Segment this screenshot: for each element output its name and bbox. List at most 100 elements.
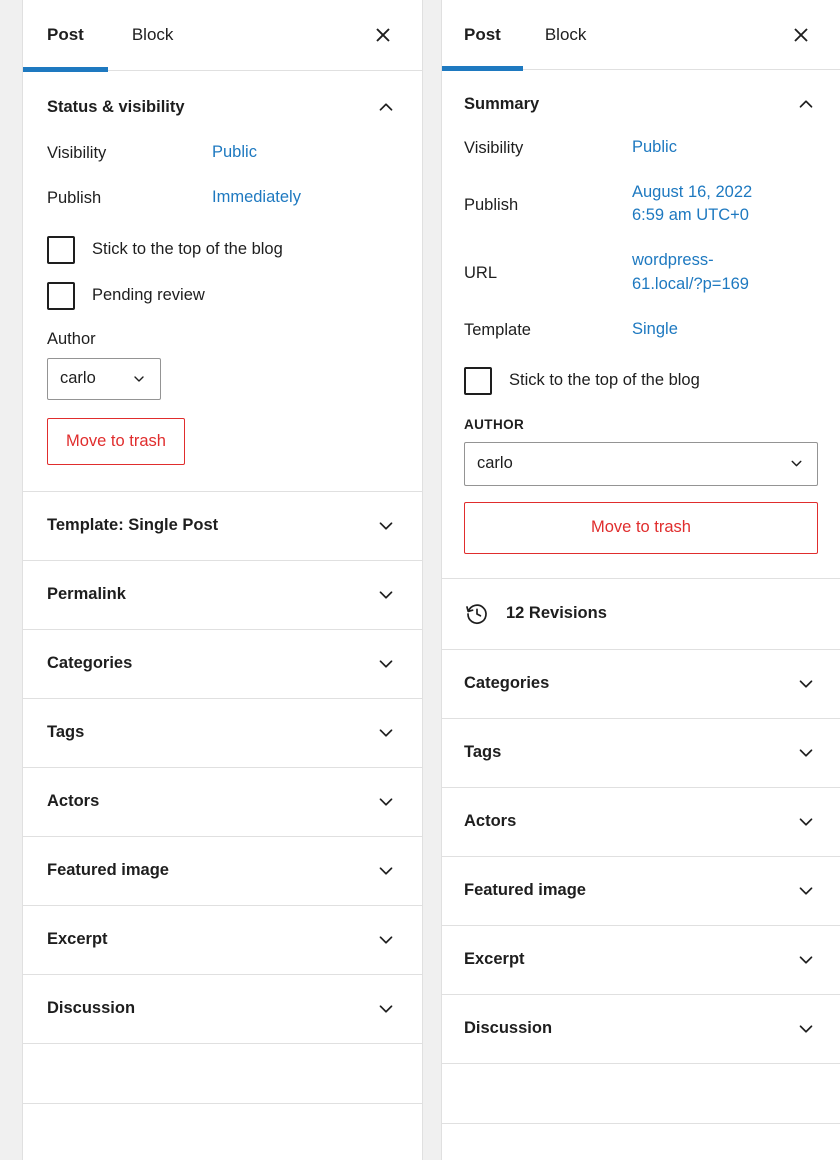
publish-label: Publish (464, 195, 519, 214)
section-actors-header[interactable]: Actors (23, 768, 422, 836)
visibility-label: Visibility (464, 139, 524, 157)
section-tags-header[interactable]: Tags (23, 699, 422, 767)
close-sidebar-button[interactable] (782, 16, 820, 54)
visibility-value-button[interactable]: Public (212, 141, 257, 164)
section-template-single-post-header[interactable]: Template: Single Post (23, 492, 422, 560)
section-actors: Actors (442, 788, 840, 857)
tab-post-label: Post (464, 24, 501, 44)
author-label: AUTHOR (464, 416, 525, 432)
template-label: Template (464, 320, 531, 339)
revisions-label: 12 Revisions (506, 604, 607, 623)
tab-block-label: Block (131, 25, 174, 44)
row-visibility: Visibility Public (47, 141, 398, 164)
section-summary-title: Summary (464, 94, 540, 113)
section-actors-header[interactable]: Actors (442, 788, 840, 856)
section-status-visibility-header[interactable]: Status & visibility (23, 71, 422, 141)
close-sidebar-button[interactable] (364, 16, 402, 54)
chevron-up-icon (374, 95, 398, 119)
sidebar-tabbar-left: Post Block (23, 0, 422, 72)
tab-post[interactable]: Post (23, 0, 108, 72)
template-value-button[interactable]: Single (632, 318, 678, 341)
section-discussion: Discussion (23, 975, 422, 1044)
checkbox-pending-review-label: Pending review (92, 286, 205, 305)
section-discussion-title: Discussion (464, 1019, 553, 1038)
author-select[interactable]: carlo (47, 357, 161, 400)
section-excerpt-header[interactable]: Excerpt (23, 906, 422, 974)
chevron-down-icon (794, 741, 818, 765)
section-categories: Categories (442, 650, 840, 719)
section-featured-image-header[interactable]: Featured image (442, 857, 840, 925)
section-excerpt-header[interactable]: Excerpt (442, 926, 840, 994)
chevron-down-icon (374, 652, 398, 676)
section-featured-image: Featured image (442, 857, 840, 926)
post-sidebar-old: Post Block Status & visibility Visibilit… (22, 0, 423, 1160)
close-icon (791, 25, 811, 45)
author-select-value: carlo (60, 369, 96, 388)
tab-block-label: Block (544, 24, 587, 44)
chevron-down-icon (374, 928, 398, 952)
section-categories-title: Categories (464, 674, 550, 693)
section-status-visibility: Status & visibility Visibility Public Pu… (23, 71, 422, 492)
url-value-button[interactable]: wordpress-61.local/?p=169 (632, 249, 782, 295)
move-to-trash-button[interactable]: Move to trash (47, 417, 185, 465)
section-featured-image: Featured image (23, 837, 422, 906)
screenshot-stage: Post Block Status & visibility Visibilit… (0, 0, 840, 1160)
section-actors: Actors (23, 768, 422, 837)
section-featured-image-header[interactable]: Featured image (23, 837, 422, 905)
section-template-single-post: Template: Single Post (23, 492, 422, 561)
sidebar-right-filler (442, 1063, 840, 1124)
section-discussion-header[interactable]: Discussion (23, 975, 422, 1043)
section-categories: Categories (23, 630, 422, 699)
chevron-down-icon (374, 997, 398, 1021)
checkbox-sticky-label: Stick to the top of the blog (92, 240, 283, 259)
post-sidebar-new: Post Block Summary Visibility Public Pub… (441, 0, 840, 1160)
section-excerpt: Excerpt (23, 906, 422, 975)
section-categories-title: Categories (47, 654, 133, 673)
section-excerpt-title: Excerpt (464, 950, 525, 969)
chevron-down-icon (794, 1017, 818, 1041)
visibility-value-button[interactable]: Public (632, 136, 677, 159)
checkbox-pending-review-box[interactable] (47, 281, 75, 310)
close-icon (373, 25, 393, 45)
section-status-visibility-title: Status & visibility (47, 97, 185, 116)
chevron-down-icon (794, 672, 818, 696)
author-select[interactable]: carlo (464, 441, 818, 486)
tab-post[interactable]: Post (442, 0, 523, 71)
url-label: URL (464, 263, 498, 282)
sidebar-tabbar-right: Post Block (442, 0, 840, 71)
section-tags-header[interactable]: Tags (442, 719, 840, 787)
tab-post-label: Post (47, 25, 84, 44)
chevron-down-icon (374, 859, 398, 883)
publish-label: Publish (47, 189, 102, 208)
publish-value-button[interactable]: August 16, 2022 6:59 am UTC+0 (632, 181, 782, 227)
checkbox-sticky-row[interactable]: Stick to the top of the blog (47, 235, 398, 264)
checkbox-sticky-box[interactable] (464, 366, 492, 395)
visibility-label: Visibility (47, 144, 107, 162)
section-tags-title: Tags (47, 723, 85, 742)
section-excerpt-title: Excerpt (47, 930, 108, 949)
move-to-trash-button[interactable]: Move to trash (464, 501, 818, 554)
checkbox-sticky-box[interactable] (47, 235, 75, 264)
author-label: Author (47, 329, 96, 348)
chevron-down-icon (787, 455, 805, 473)
section-discussion-title: Discussion (47, 999, 136, 1018)
revisions-row[interactable]: 12 Revisions (442, 579, 840, 650)
chevron-down-icon (794, 948, 818, 972)
section-tags: Tags (442, 719, 840, 788)
checkbox-pending-review-row[interactable]: Pending review (47, 281, 398, 310)
section-categories-header[interactable]: Categories (442, 650, 840, 718)
tab-block[interactable]: Block (108, 0, 198, 71)
section-discussion-header[interactable]: Discussion (442, 995, 840, 1063)
publish-value-button[interactable]: Immediately (212, 186, 301, 209)
section-categories-header[interactable]: Categories (23, 630, 422, 698)
author-select-value: carlo (477, 454, 513, 473)
tab-block[interactable]: Block (523, 0, 609, 70)
section-permalink-title: Permalink (47, 585, 126, 604)
checkbox-sticky-row[interactable]: Stick to the top of the blog (464, 366, 818, 395)
chevron-down-icon (794, 810, 818, 834)
row-publish: Publish Immediately (47, 186, 398, 209)
section-summary-header[interactable]: Summary (442, 70, 840, 136)
section-permalink: Permalink (23, 561, 422, 630)
chevron-down-icon (374, 790, 398, 814)
section-permalink-header[interactable]: Permalink (23, 561, 422, 629)
